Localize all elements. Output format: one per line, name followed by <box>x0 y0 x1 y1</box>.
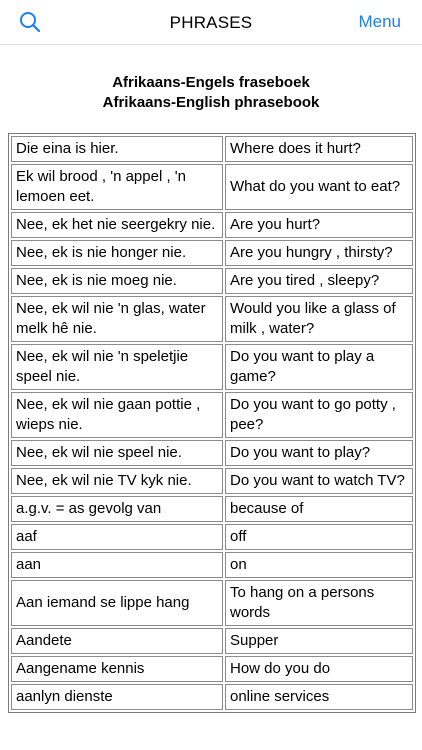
english-phrase-cell[interactable]: off <box>225 524 413 550</box>
english-phrase-cell[interactable]: Are you hungry , thirsty? <box>225 240 413 266</box>
table-row[interactable]: Nee, ek het nie seergekry nie. Are you hu… <box>11 212 413 238</box>
english-phrase-cell[interactable]: What do you want to eat? <box>225 164 413 210</box>
table-row[interactable]: aan on <box>11 552 413 578</box>
english-phrase-cell[interactable]: Would you like a glass of milk , water? <box>225 296 413 342</box>
table-row[interactable]: Die eina is hier. Where does it hurt? <box>11 136 413 162</box>
afrikaans-phrase-cell[interactable]: Die eina is hier. <box>11 136 223 162</box>
table-row[interactable]: Nee, ek wil nie speel nie. Do you want to… <box>11 440 413 466</box>
english-phrase-cell[interactable]: Are you hurt? <box>225 212 413 238</box>
table-row[interactable]: Nee, ek wil nie 'n glas, water melk hê n… <box>11 296 413 342</box>
afrikaans-phrase-cell[interactable]: Nee, ek wil nie 'n speletjie speel nie. <box>11 344 223 390</box>
table-row[interactable]: Nee, ek is nie moeg nie. Are you tired , … <box>11 268 413 294</box>
english-phrase-cell[interactable]: Do you want to watch TV? <box>225 468 413 494</box>
afrikaans-phrase-cell[interactable]: Nee, ek wil nie gaan pottie , wieps nie. <box>11 392 223 438</box>
phrase-table-container: Die eina is hier. Where does it hurt? Ek w… <box>8 133 416 713</box>
table-row[interactable]: Ek wil brood , 'n appel , 'n lemoen eet.… <box>11 164 413 210</box>
heading-line-afrikaans: Afrikaans-Engels fraseboek <box>112 74 310 91</box>
english-phrase-cell[interactable]: How do you do <box>225 656 413 682</box>
table-row[interactable]: aanlyn dienste online services <box>11 684 413 710</box>
afrikaans-phrase-cell[interactable]: a.g.v. = as gevolg van <box>11 496 223 522</box>
table-row[interactable]: a.g.v. = as gevolg van because of <box>11 496 413 522</box>
menu-button[interactable]: Menu <box>358 12 401 32</box>
phrasebook-heading: Afrikaans-Engels fraseboek Afrikaans-Eng… <box>0 73 422 113</box>
table-row[interactable]: Aan iemand se lippe hang To hang on a per… <box>11 580 413 626</box>
afrikaans-phrase-cell[interactable]: Ek wil brood , 'n appel , 'n lemoen eet. <box>11 164 223 210</box>
afrikaans-phrase-cell[interactable]: Nee, ek is nie honger nie. <box>11 240 223 266</box>
afrikaans-phrase-cell[interactable]: Nee, ek het nie seergekry nie. <box>11 212 223 238</box>
english-phrase-cell[interactable]: Where does it hurt? <box>225 136 413 162</box>
english-phrase-cell[interactable]: Do you want to go potty , pee? <box>225 392 413 438</box>
afrikaans-phrase-cell[interactable]: Aan iemand se lippe hang <box>11 580 223 626</box>
table-row[interactable]: Nee, ek wil nie gaan pottie , wieps nie.… <box>11 392 413 438</box>
english-phrase-cell[interactable]: Supper <box>225 628 413 654</box>
english-phrase-cell[interactable]: online services <box>225 684 413 710</box>
table-row[interactable]: Aangename kennis How do you do <box>11 656 413 682</box>
afrikaans-phrase-cell[interactable]: Nee, ek wil nie 'n glas, water melk hê n… <box>11 296 223 342</box>
afrikaans-phrase-cell[interactable]: Nee, ek wil nie speel nie. <box>11 440 223 466</box>
afrikaans-phrase-cell[interactable]: Aangename kennis <box>11 656 223 682</box>
english-phrase-cell[interactable]: on <box>225 552 413 578</box>
english-phrase-cell[interactable]: Are you tired , sleepy? <box>225 268 413 294</box>
english-phrase-cell[interactable]: Do you want to play a game? <box>225 344 413 390</box>
afrikaans-phrase-cell[interactable]: aanlyn dienste <box>11 684 223 710</box>
afrikaans-phrase-cell[interactable]: aan <box>11 552 223 578</box>
phrase-table: Die eina is hier. Where does it hurt? Ek w… <box>9 134 415 712</box>
afrikaans-phrase-cell[interactable]: Aandete <box>11 628 223 654</box>
english-phrase-cell[interactable]: because of <box>225 496 413 522</box>
table-row[interactable]: Aandete Supper <box>11 628 413 654</box>
english-phrase-cell[interactable]: To hang on a persons words <box>225 580 413 626</box>
table-row[interactable]: Nee, ek wil nie TV kyk nie. Do you want t… <box>11 468 413 494</box>
table-row[interactable]: aaf off <box>11 524 413 550</box>
navigation-bar: PHRASES Menu <box>0 0 422 45</box>
heading-line-english: Afrikaans-English phrasebook <box>102 94 320 111</box>
table-row[interactable]: Nee, ek is nie honger nie. Are you hungry… <box>11 240 413 266</box>
afrikaans-phrase-cell[interactable]: Nee, ek wil nie TV kyk nie. <box>11 468 223 494</box>
afrikaans-phrase-cell[interactable]: Nee, ek is nie moeg nie. <box>11 268 223 294</box>
english-phrase-cell[interactable]: Do you want to play? <box>225 440 413 466</box>
afrikaans-phrase-cell[interactable]: aaf <box>11 524 223 550</box>
table-row[interactable]: Nee, ek wil nie 'n speletjie speel nie. D… <box>11 344 413 390</box>
